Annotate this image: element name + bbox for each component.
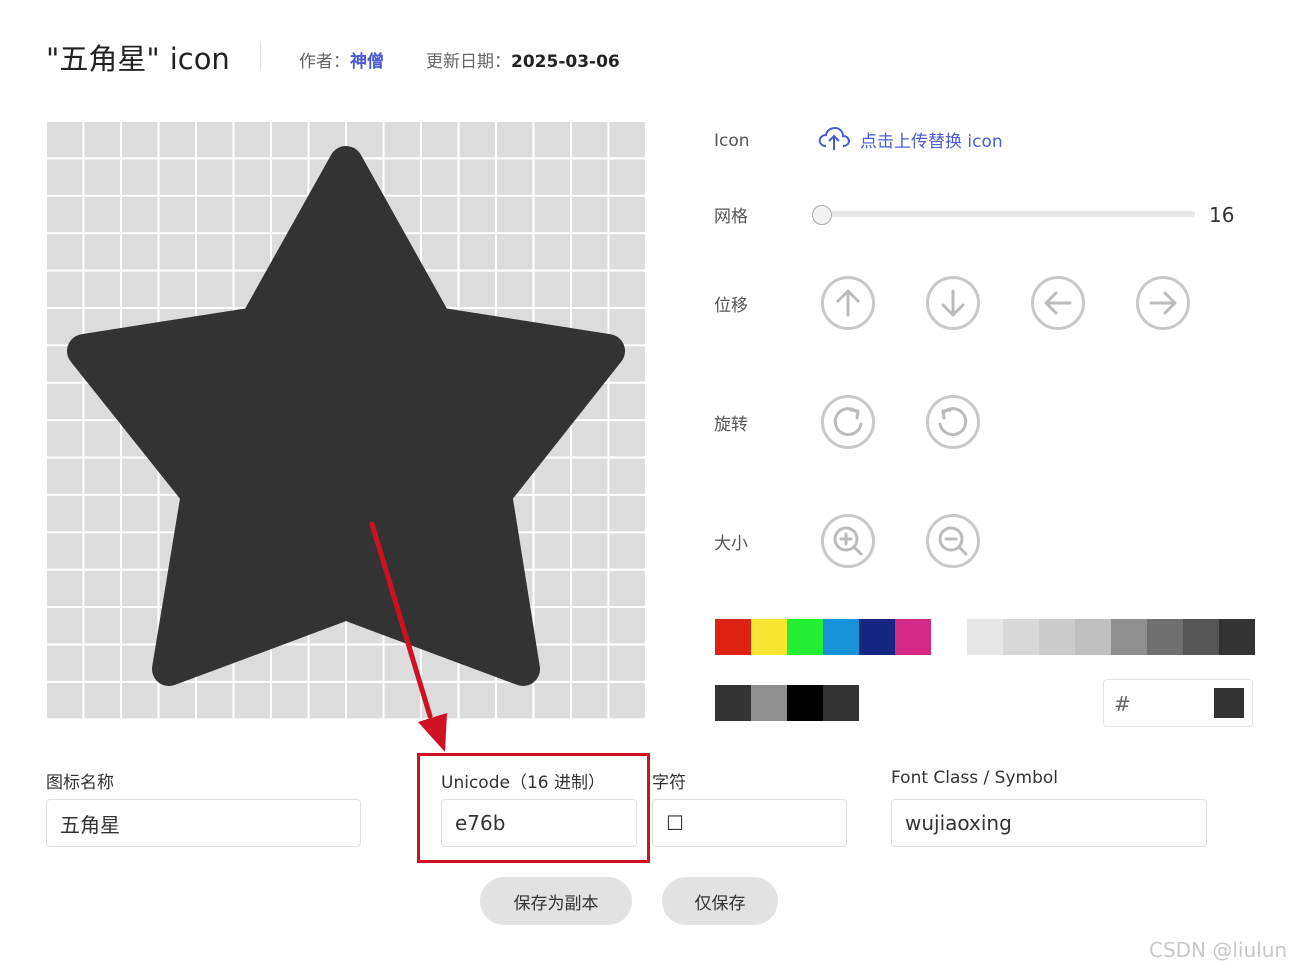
update-date: 更新日期：2025-03-06: [426, 47, 620, 72]
arrow-up-icon: [836, 289, 860, 317]
color-swatch[interactable]: [823, 619, 859, 655]
gray-swatch[interactable]: [1183, 619, 1219, 655]
watermark: CSDN @liulun: [1149, 938, 1288, 962]
gray-swatch[interactable]: [1111, 619, 1147, 655]
size-label: 大小: [714, 534, 748, 554]
rotate-counterclockwise-button[interactable]: [926, 395, 980, 449]
recent-color-swatch[interactable]: [823, 685, 859, 721]
zoom-in-button[interactable]: [821, 514, 875, 568]
arrow-right-icon: [1149, 291, 1177, 315]
icon-name-title: "五角星": [46, 42, 160, 76]
zoom-in-icon: [833, 526, 863, 556]
gray-swatch[interactable]: [1039, 619, 1075, 655]
hex-color-input[interactable]: [1134, 688, 1204, 718]
color-swatch[interactable]: [715, 619, 751, 655]
color-swatch[interactable]: [859, 619, 895, 655]
grid-slider[interactable]: [812, 205, 1195, 225]
move-label: 位移: [714, 296, 748, 316]
grid-label: 网格: [714, 207, 748, 227]
fontclass-input[interactable]: [891, 799, 1207, 847]
move-left-button[interactable]: [1031, 276, 1085, 330]
hash-symbol: #: [1114, 692, 1131, 716]
fontclass-label: Font Class / Symbol: [891, 768, 1059, 788]
author-label: 作者：: [299, 52, 350, 72]
date-label: 更新日期：: [426, 52, 511, 72]
move-right-button[interactable]: [1136, 276, 1190, 330]
upload-text: 点击上传替换 icon: [860, 131, 1003, 152]
rotate-clockwise-button[interactable]: [821, 395, 875, 449]
zoom-out-icon: [938, 526, 968, 556]
icon-editor-canvas[interactable]: [46, 121, 646, 719]
gray-swatch[interactable]: [967, 619, 1003, 655]
author-name-link[interactable]: 神僧: [350, 52, 384, 72]
arrow-left-icon: [1044, 291, 1072, 315]
recent-color-swatch[interactable]: [751, 685, 787, 721]
author-info: 作者：神僧: [299, 47, 384, 72]
icon-name-label: 图标名称: [46, 773, 114, 793]
color-preview-swatch[interactable]: [1214, 688, 1244, 718]
gray-swatch[interactable]: [1075, 619, 1111, 655]
rotate-label: 旋转: [714, 415, 748, 435]
page-title: "五角星" icon: [46, 36, 230, 78]
rotate-clockwise-icon: [833, 407, 863, 437]
rotate-counterclockwise-icon: [938, 407, 968, 437]
char-label: 字符: [652, 773, 686, 793]
slider-track[interactable]: [812, 211, 1195, 217]
grid-value: 16: [1209, 203, 1235, 227]
cloud-upload-icon: [818, 126, 850, 150]
color-swatch[interactable]: [751, 619, 787, 655]
icon-name-input[interactable]: [46, 799, 361, 847]
color-swatch[interactable]: [895, 619, 931, 655]
star-shape: [67, 146, 625, 686]
save-as-copy-button[interactable]: 保存为副本: [480, 877, 632, 925]
recent-color-swatch[interactable]: [715, 685, 751, 721]
move-up-button[interactable]: [821, 276, 875, 330]
move-down-button[interactable]: [926, 276, 980, 330]
gray-swatch[interactable]: [1003, 619, 1039, 655]
save-only-button[interactable]: 仅保存: [662, 877, 778, 925]
unicode-highlight-box: [417, 753, 650, 863]
hex-color-field[interactable]: #: [1103, 679, 1253, 727]
star-icon: [67, 146, 625, 686]
recent-color-swatch[interactable]: [787, 685, 823, 721]
slider-thumb[interactable]: [812, 205, 832, 225]
header-divider: [260, 42, 261, 70]
zoom-out-button[interactable]: [926, 514, 980, 568]
title-suffix: icon: [169, 42, 230, 76]
gray-swatch[interactable]: [1219, 619, 1255, 655]
gray-swatch[interactable]: [1147, 619, 1183, 655]
arrow-down-icon: [941, 289, 965, 317]
icon-label: Icon: [714, 131, 750, 151]
date-value: 2025-03-06: [511, 52, 620, 72]
upload-icon-button[interactable]: 点击上传替换 icon: [818, 126, 1003, 152]
color-swatch[interactable]: [787, 619, 823, 655]
char-input[interactable]: [652, 799, 847, 847]
